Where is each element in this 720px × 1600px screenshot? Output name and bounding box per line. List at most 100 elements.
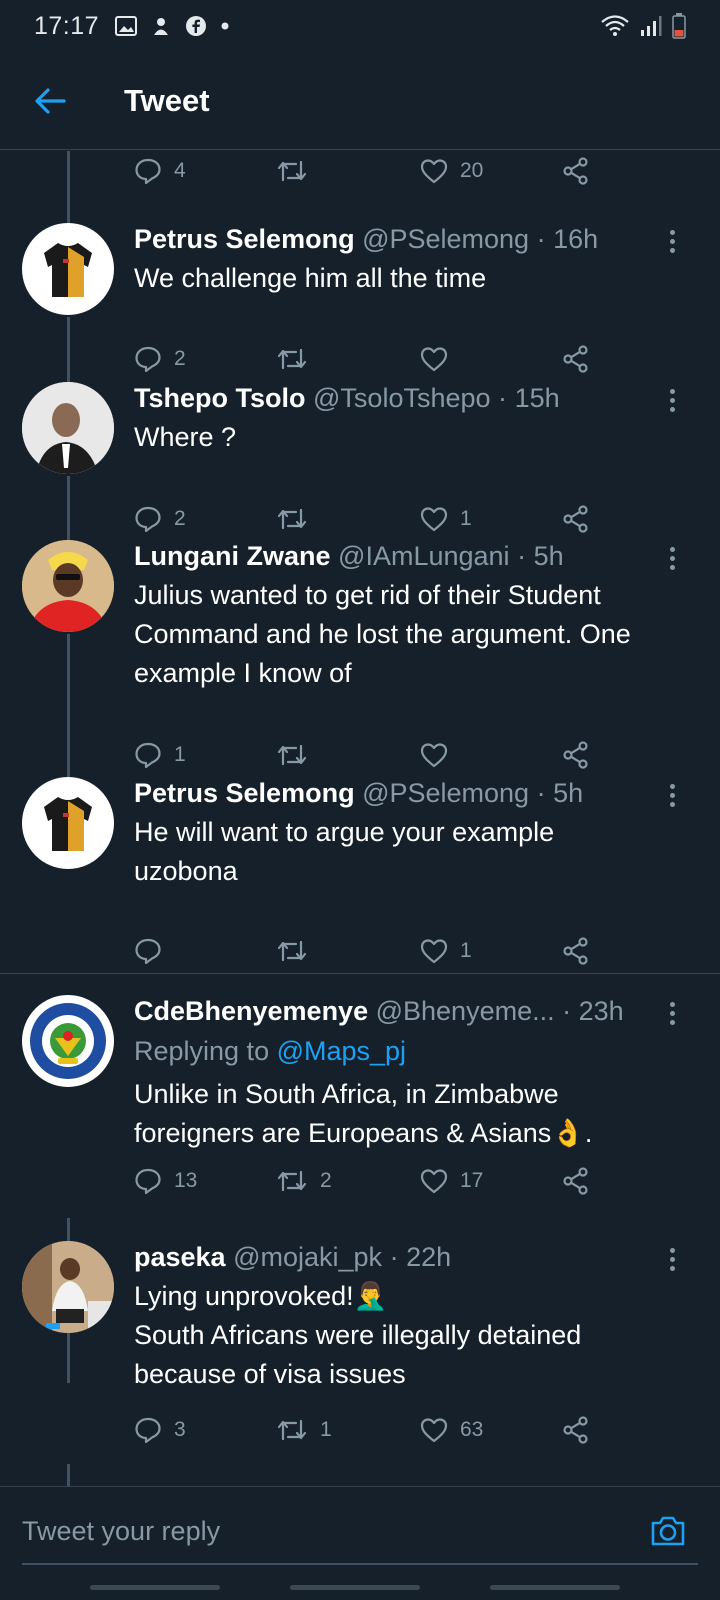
retweet-button[interactable]: 2 bbox=[276, 1161, 332, 1201]
tweet-text-line: South Africans were illegally detained bbox=[134, 1320, 582, 1350]
avatar[interactable] bbox=[22, 540, 114, 632]
reply-button[interactable]: 2 bbox=[134, 499, 186, 539]
avatar[interactable] bbox=[22, 223, 114, 315]
more-options-button[interactable] bbox=[660, 386, 684, 414]
share-button[interactable] bbox=[562, 151, 590, 191]
tweet-text-line: We challenge him all the time bbox=[134, 263, 487, 293]
share-button[interactable] bbox=[562, 931, 590, 971]
reply-button[interactable] bbox=[134, 931, 174, 971]
reply-count: 4 bbox=[174, 159, 186, 182]
author-handle[interactable]: @IAmLungani bbox=[338, 541, 510, 571]
reply-icon bbox=[135, 158, 161, 185]
tweet[interactable]: Petrus Selemong @PSelemong · 16h We chal… bbox=[0, 223, 720, 383]
nav-back-button[interactable] bbox=[490, 1585, 620, 1590]
separator-dot: · bbox=[536, 224, 546, 254]
tweet-feed[interactable]: 4 20 Petrus Selemong @PSelemong · 16h We… bbox=[0, 151, 720, 1486]
author-handle[interactable]: @TsoloTshepo bbox=[313, 383, 491, 413]
reply-button[interactable]: 3 bbox=[134, 1410, 186, 1450]
tweet[interactable]: Tshepo Tsolo @TsoloTshepo · 15h Where ? … bbox=[0, 382, 720, 542]
author-name[interactable]: Petrus Selemong bbox=[134, 224, 355, 254]
retweet-count: 2 bbox=[320, 1169, 332, 1192]
like-button[interactable]: 17 bbox=[420, 1161, 483, 1201]
separator-dot: · bbox=[562, 996, 572, 1026]
replying-to-mention[interactable]: @Maps_pj bbox=[277, 1036, 406, 1066]
tweet-text: Unlike in South Africa, in Zimbabwe fore… bbox=[134, 1075, 690, 1153]
tweet[interactable]: CdeBhenyemenye @Bhenyeme... · 23h Replyi… bbox=[0, 995, 720, 1221]
retweet-button[interactable] bbox=[276, 735, 320, 775]
author-handle[interactable]: @PSelemong bbox=[362, 778, 529, 808]
author-name[interactable]: paseka bbox=[134, 1242, 226, 1272]
camera-button[interactable] bbox=[648, 1511, 688, 1551]
tweet-header: paseka @mojaki_pk · 22h bbox=[134, 1241, 660, 1273]
like-button[interactable]: 20 bbox=[420, 151, 483, 191]
more-icon bbox=[669, 388, 675, 394]
like-button[interactable] bbox=[420, 735, 460, 775]
share-button[interactable] bbox=[562, 1161, 590, 1201]
nav-recents-button[interactable] bbox=[90, 1585, 220, 1590]
reply-icon bbox=[135, 506, 161, 533]
tweet[interactable]: Petrus Selemong @PSelemong · 5h He will … bbox=[0, 777, 720, 973]
like-button[interactable]: 63 bbox=[420, 1410, 483, 1450]
author-name[interactable]: Tshepo Tsolo bbox=[134, 383, 306, 413]
reply-count: 3 bbox=[174, 1418, 186, 1441]
avatar[interactable] bbox=[22, 995, 114, 1087]
author-handle[interactable]: @mojaki_pk bbox=[233, 1242, 382, 1272]
notification-icons bbox=[115, 15, 229, 37]
retweet-button[interactable]: 1 bbox=[276, 1410, 332, 1450]
author-handle[interactable]: @PSelemong bbox=[362, 224, 529, 254]
share-icon bbox=[563, 505, 588, 533]
heart-icon bbox=[420, 1418, 448, 1443]
retweet-button[interactable] bbox=[276, 499, 320, 539]
heart-icon bbox=[420, 939, 448, 964]
tweet[interactable]: Lungani Zwane @IAmLungani · 5h Julius wa… bbox=[0, 540, 720, 776]
reply-button[interactable]: 1 bbox=[134, 735, 186, 775]
tweet-text-line: He will want to argue your example bbox=[134, 817, 555, 847]
tweet-reply-input[interactable] bbox=[22, 1509, 622, 1553]
thread-line bbox=[67, 151, 70, 225]
like-button[interactable] bbox=[420, 339, 460, 379]
more-options-button[interactable] bbox=[660, 999, 684, 1027]
tweet-header: Tshepo Tsolo @TsoloTshepo · 15h bbox=[134, 382, 660, 414]
like-count: 1 bbox=[460, 507, 472, 530]
like-button[interactable]: 1 bbox=[420, 931, 472, 971]
reply-icon bbox=[135, 1168, 161, 1195]
share-button[interactable] bbox=[562, 1410, 590, 1450]
avatar[interactable] bbox=[22, 382, 114, 474]
tweet-actions: 3 1 63 bbox=[134, 1410, 604, 1450]
signal-icon bbox=[641, 16, 662, 36]
nav-home-button[interactable] bbox=[290, 1585, 420, 1590]
reply-button[interactable]: 13 bbox=[134, 1161, 197, 1201]
retweet-button[interactable] bbox=[276, 151, 320, 191]
more-options-button[interactable] bbox=[660, 1245, 684, 1273]
more-options-button[interactable] bbox=[660, 781, 684, 809]
reply-button[interactable]: 2 bbox=[134, 339, 186, 379]
share-icon bbox=[563, 157, 588, 185]
author-name[interactable]: Lungani Zwane bbox=[134, 541, 331, 571]
retweet-icon bbox=[277, 348, 307, 370]
retweet-button[interactable] bbox=[276, 931, 320, 971]
retweet-button[interactable] bbox=[276, 339, 320, 379]
avatar[interactable] bbox=[22, 777, 114, 869]
back-button[interactable] bbox=[20, 71, 80, 131]
tweet-header: Lungani Zwane @IAmLungani · 5h bbox=[134, 540, 660, 572]
tweet-text-line: Where ? bbox=[134, 422, 237, 452]
reply-count: 2 bbox=[174, 347, 186, 370]
author-handle[interactable]: @Bhenyeme... bbox=[376, 996, 555, 1026]
share-button[interactable] bbox=[562, 735, 590, 775]
author-name[interactable]: CdeBhenyemenye bbox=[134, 996, 368, 1026]
like-button[interactable]: 1 bbox=[420, 499, 472, 539]
share-button[interactable] bbox=[562, 339, 590, 379]
heart-icon bbox=[420, 1169, 448, 1194]
tweet-time: 22h bbox=[406, 1242, 452, 1272]
tweet[interactable]: paseka @mojaki_pk · 22h Lying unprovoked… bbox=[0, 1241, 720, 1481]
share-button[interactable] bbox=[562, 499, 590, 539]
reply-button[interactable]: 4 bbox=[134, 151, 186, 191]
heart-icon bbox=[420, 159, 448, 184]
tweet-header: Petrus Selemong @PSelemong · 5h bbox=[134, 777, 660, 809]
reply-count: 2 bbox=[174, 507, 186, 530]
tweet-text-line: Julius wanted to get rid of their Studen… bbox=[134, 580, 601, 610]
more-options-button[interactable] bbox=[660, 227, 684, 255]
author-name[interactable]: Petrus Selemong bbox=[134, 778, 355, 808]
avatar[interactable] bbox=[22, 1241, 114, 1333]
more-options-button[interactable] bbox=[660, 544, 684, 572]
